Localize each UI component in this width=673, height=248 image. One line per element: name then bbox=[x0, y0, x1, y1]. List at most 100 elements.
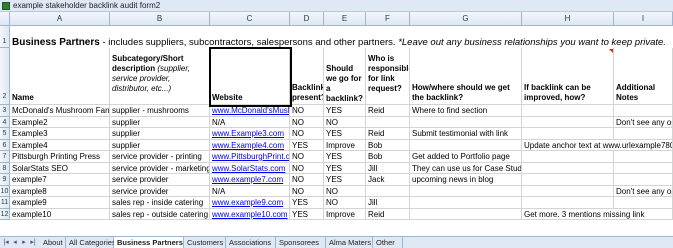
cell-website[interactable]: www.Example3.com bbox=[210, 128, 290, 140]
cell-website[interactable]: www.example10.com bbox=[210, 208, 290, 220]
cell-backlink-present[interactable]: YES bbox=[290, 208, 324, 220]
cell-how-where[interactable]: Get added to Portfolio page bbox=[410, 151, 522, 163]
cell-notes[interactable] bbox=[614, 151, 673, 163]
sheet-tab-other[interactable]: Other bbox=[373, 237, 403, 248]
cell-how-where[interactable] bbox=[410, 197, 522, 209]
cell-responsible[interactable] bbox=[366, 185, 410, 197]
cell-should-go[interactable]: YES bbox=[324, 105, 366, 117]
row-header-11[interactable]: 11 bbox=[0, 197, 10, 209]
cell-responsible[interactable]: Reid bbox=[366, 105, 410, 117]
comment-indicator-icon[interactable] bbox=[609, 49, 613, 53]
select-all-corner[interactable] bbox=[0, 12, 10, 26]
cell-backlink-present[interactable]: NO bbox=[290, 174, 324, 186]
cell-should-go[interactable]: NO bbox=[324, 116, 366, 128]
column-header-d[interactable]: D bbox=[290, 12, 324, 26]
column-header-f[interactable]: F bbox=[366, 12, 410, 26]
cell-notes[interactable]: Don't see any op bbox=[614, 185, 673, 197]
column-header-b[interactable]: B bbox=[110, 12, 210, 26]
row-header-4[interactable]: 4 bbox=[0, 116, 10, 128]
row-header-5[interactable]: 5 bbox=[0, 128, 10, 140]
cell-improvement[interactable] bbox=[522, 105, 614, 117]
column-header-a[interactable]: A bbox=[10, 12, 110, 26]
cell-responsible[interactable]: Jill bbox=[366, 197, 410, 209]
cell-subcategory[interactable]: sales rep - inside catering bbox=[110, 197, 210, 209]
cell-should-go[interactable]: NO bbox=[324, 197, 366, 209]
header-additional-notes[interactable]: Additional Notes bbox=[614, 48, 673, 105]
cell-subcategory[interactable]: supplier bbox=[110, 116, 210, 128]
cell-how-where[interactable]: Where to find section bbox=[410, 105, 522, 117]
cell-how-where[interactable]: They can use us for Case Study bbox=[410, 162, 522, 174]
cell-should-go[interactable]: YES bbox=[324, 128, 366, 140]
header-backlink-present[interactable]: Backlink present? bbox=[290, 48, 324, 105]
cell-website[interactable]: www.PittsburghPrint.c bbox=[210, 151, 290, 163]
header-should-we-go[interactable]: Should we go for a backlink? bbox=[324, 48, 366, 105]
cell-name[interactable]: Example4 bbox=[10, 139, 110, 151]
cell-improvement[interactable] bbox=[522, 174, 614, 186]
sheet-tab-all-categories[interactable]: All Categories bbox=[66, 237, 116, 248]
cell-responsible[interactable]: Bob bbox=[366, 151, 410, 163]
header-if-improved[interactable]: If backlink can be improved, how? bbox=[522, 48, 614, 105]
cell-backlink-present[interactable]: NO bbox=[290, 105, 324, 117]
cell-improvement[interactable] bbox=[522, 128, 614, 140]
header-website[interactable]: Website bbox=[210, 48, 290, 105]
cell-name[interactable]: Example2 bbox=[10, 116, 110, 128]
cell-responsible[interactable]: Bob bbox=[366, 139, 410, 151]
cell-improvement[interactable] bbox=[522, 162, 614, 174]
cell-should-go[interactable]: YES bbox=[324, 174, 366, 186]
row-header-1[interactable]: 1 bbox=[0, 26, 10, 48]
cell-website[interactable]: www.McDonald'sMush bbox=[210, 105, 290, 117]
last-sheet-icon[interactable]: ▸| bbox=[29, 238, 37, 247]
row-header-8[interactable]: 8 bbox=[0, 162, 10, 174]
column-header-i[interactable]: I bbox=[614, 12, 673, 26]
cell-subcategory[interactable]: sales rep - outside catering bbox=[110, 208, 210, 220]
cell-improvement[interactable] bbox=[522, 151, 614, 163]
cell-responsible[interactable]: Jack bbox=[366, 174, 410, 186]
sheet-tab-associations[interactable]: Associations bbox=[226, 237, 276, 248]
cell-name[interactable]: SolarStats SEO bbox=[10, 162, 110, 174]
cell-how-where[interactable]: Submit testimonial with link bbox=[410, 128, 522, 140]
prev-sheet-icon[interactable]: ◂ bbox=[11, 238, 19, 247]
cell-backlink-present[interactable]: NO bbox=[290, 162, 324, 174]
cell-notes[interactable] bbox=[614, 128, 673, 140]
cell-notes[interactable] bbox=[614, 162, 673, 174]
cell-how-where[interactable] bbox=[410, 116, 522, 128]
column-header-h[interactable]: H bbox=[522, 12, 614, 26]
cell-should-go[interactable]: NO bbox=[324, 185, 366, 197]
cell-backlink-present[interactable]: NO bbox=[290, 151, 324, 163]
cell-subcategory[interactable]: service provider bbox=[110, 185, 210, 197]
row-header-3[interactable]: 3 bbox=[0, 105, 10, 117]
cell-how-where[interactable] bbox=[410, 208, 522, 220]
cell-subcategory[interactable]: service provider - marketing bbox=[110, 162, 210, 174]
cell-name[interactable]: McDonald's Mushroom Farm bbox=[10, 105, 110, 117]
cell-backlink-present[interactable]: YES bbox=[290, 139, 324, 151]
next-sheet-icon[interactable]: ▸ bbox=[20, 238, 28, 247]
cell-website[interactable]: www.SolarStats.com bbox=[210, 162, 290, 174]
cell-responsible[interactable] bbox=[366, 116, 410, 128]
cell-subcategory[interactable]: supplier bbox=[110, 128, 210, 140]
cell-name[interactable]: example7 bbox=[10, 174, 110, 186]
row-header-10[interactable]: 10 bbox=[0, 185, 10, 197]
header-subcategory[interactable]: Subcategory/Short description (supplier,… bbox=[110, 48, 210, 105]
cell-website[interactable]: www.Example4.com bbox=[210, 139, 290, 151]
cell-name[interactable]: example9 bbox=[10, 197, 110, 209]
first-sheet-icon[interactable]: |◂ bbox=[2, 238, 10, 247]
cell-how-where[interactable] bbox=[410, 185, 522, 197]
column-header-g[interactable]: G bbox=[410, 12, 522, 26]
cell-backlink-present[interactable]: YES bbox=[290, 197, 324, 209]
cell-improvement[interactable]: Update anchor text at www.urlexample7809… bbox=[522, 139, 673, 151]
cell-should-go[interactable]: YES bbox=[324, 162, 366, 174]
cell-website[interactable]: N/A bbox=[210, 116, 290, 128]
cell-notes[interactable] bbox=[614, 105, 673, 117]
cell-notes[interactable] bbox=[614, 197, 673, 209]
row-header-9[interactable]: 9 bbox=[0, 174, 10, 186]
header-who-responsible[interactable]: Who is responsible for link request? bbox=[366, 48, 410, 105]
cell-responsible[interactable]: Reid bbox=[366, 208, 410, 220]
row-header-2[interactable]: 2 bbox=[0, 48, 10, 105]
cell-backlink-present[interactable]: NO bbox=[290, 116, 324, 128]
column-header-e[interactable]: E bbox=[324, 12, 366, 26]
row-header-12[interactable]: 12 bbox=[0, 208, 10, 220]
sheet-tab-business-partners[interactable]: Business Partners bbox=[114, 237, 184, 248]
cell-responsible[interactable]: Jill bbox=[366, 162, 410, 174]
header-how-where[interactable]: How/where should we get the backlink? bbox=[410, 48, 522, 105]
cell-backlink-present[interactable]: NO bbox=[290, 128, 324, 140]
